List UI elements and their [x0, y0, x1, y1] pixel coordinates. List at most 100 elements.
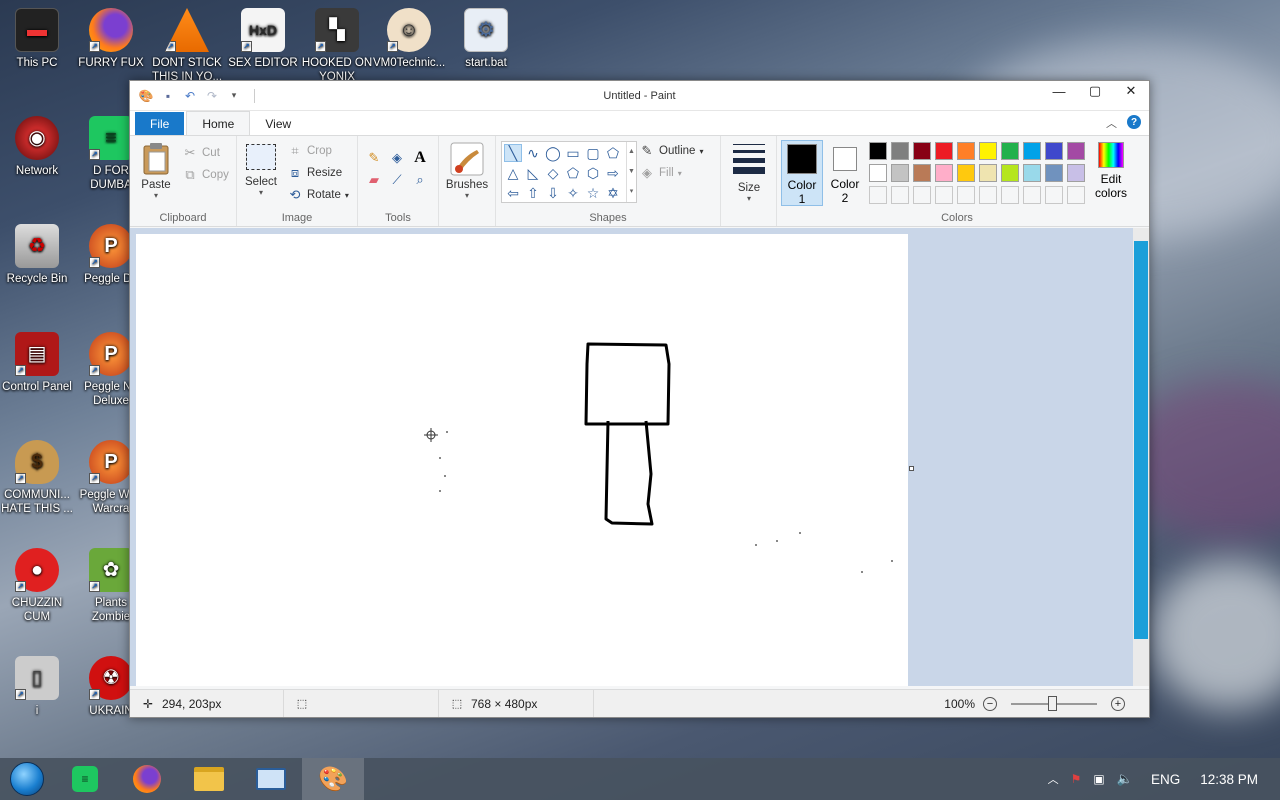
palette-swatch[interactable] — [979, 164, 997, 182]
desktop-icon[interactable]: HxD ↗ SEX EDITOR — [227, 8, 299, 70]
palette-swatch[interactable] — [935, 164, 953, 182]
zoom-out-icon[interactable]: − — [983, 696, 997, 711]
palette-swatch[interactable] — [913, 142, 931, 160]
brushes-button[interactable]: Brushes ▾ — [445, 142, 489, 200]
palette-swatch[interactable] — [1045, 142, 1063, 160]
vertical-scrollbar[interactable] — [1133, 228, 1149, 686]
palette-swatch[interactable] — [979, 186, 997, 204]
oval-shape-icon[interactable]: ◯ — [544, 144, 562, 162]
clock[interactable]: 12:38 PM — [1200, 772, 1258, 787]
pencil-icon[interactable]: ✎ — [366, 150, 382, 166]
canvas-resize-handle[interactable] — [909, 466, 914, 471]
outline-button[interactable]: ✎ Outline ▾ — [639, 140, 704, 162]
language-indicator[interactable]: ENG — [1151, 772, 1180, 787]
tab-view[interactable]: View — [250, 112, 306, 135]
palette-swatch[interactable] — [1023, 164, 1041, 182]
diamond-shape-icon[interactable]: ◇ — [544, 164, 562, 182]
palette-swatch[interactable] — [979, 142, 997, 160]
pentagon-shape-icon[interactable]: ⬠ — [564, 164, 582, 182]
desktop-icon[interactable]: ↗ FURRY FUX — [75, 8, 147, 70]
palette-swatch[interactable] — [957, 164, 975, 182]
palette-swatch[interactable] — [1067, 142, 1085, 160]
volume-icon[interactable]: 🔈 — [1117, 771, 1133, 787]
desktop-icon[interactable]: ⚙ start.bat — [450, 8, 522, 70]
five-point-star-icon[interactable]: ☆ — [584, 184, 602, 202]
color1-button[interactable]: Color 1 — [781, 140, 823, 206]
drawing-canvas[interactable] — [136, 234, 908, 686]
size-button[interactable]: Size ▾ — [729, 144, 769, 203]
palette-swatch[interactable] — [1001, 142, 1019, 160]
zoom-slider[interactable] — [1011, 695, 1097, 711]
size-dropdown-icon[interactable]: ▾ — [729, 194, 769, 203]
palette-swatch[interactable] — [1001, 164, 1019, 182]
paint-app-icon[interactable]: 🎨 — [138, 88, 154, 104]
palette-swatch[interactable] — [935, 186, 953, 204]
right-arrow-shape-icon[interactable]: ⇨ — [604, 164, 622, 182]
close-button[interactable]: ✕ — [1113, 81, 1149, 101]
four-point-star-icon[interactable]: ✧ — [564, 184, 582, 202]
desktop-icon[interactable]: ↗ DONT STICK THIS IN YO... — [151, 8, 223, 84]
down-arrow-shape-icon[interactable]: ⇩ — [544, 184, 562, 202]
rectangle-shape-icon[interactable]: ▭ — [564, 144, 582, 162]
select-dropdown-icon[interactable]: ▾ — [243, 188, 279, 197]
desktop-icon[interactable]: ▚ ↗ HOOKED ON YONIX — [301, 8, 373, 84]
eraser-icon[interactable]: ▰ — [366, 172, 382, 188]
desktop-icon[interactable]: ● ↗ CHUZZIN CUM — [1, 548, 73, 624]
palette-swatch[interactable] — [891, 142, 909, 160]
taskbar-notes-app[interactable]: ≡ — [54, 758, 116, 800]
palette-swatch[interactable] — [869, 186, 887, 204]
palette-swatch[interactable] — [1023, 142, 1041, 160]
action-center-flag-icon[interactable]: ⚑ — [1071, 772, 1082, 786]
palette-swatch[interactable] — [1045, 186, 1063, 204]
tab-home[interactable]: Home — [186, 111, 251, 135]
polygon-shape-icon[interactable]: ⬠ — [604, 144, 622, 162]
zoom-in-icon[interactable]: + — [1111, 696, 1125, 711]
magnifier-icon[interactable]: ⌕ — [412, 172, 428, 188]
paste-dropdown-icon[interactable]: ▾ — [136, 191, 176, 200]
desktop-icon[interactable]: $ ↗ COMMUNI... HATE THIS ... — [1, 440, 73, 516]
desktop-icon[interactable]: ♻ Recycle Bin — [1, 224, 73, 286]
save-icon[interactable]: ▪ — [160, 88, 176, 104]
palette-swatch[interactable] — [1001, 186, 1019, 204]
cut-button[interactable]: ✂ Cut — [182, 142, 229, 164]
select-button[interactable]: Select ▾ — [243, 144, 279, 197]
palette-swatch[interactable] — [957, 186, 975, 204]
resize-button[interactable]: ⧈ Resize — [287, 162, 349, 184]
zoom-slider-thumb[interactable] — [1048, 695, 1057, 711]
crop-button[interactable]: ⌗ Crop — [287, 140, 349, 162]
desktop-icon[interactable]: ▤ ↗ Control Panel — [1, 332, 73, 394]
minimize-button[interactable]: — — [1041, 81, 1077, 101]
palette-swatch[interactable] — [1045, 164, 1063, 182]
rounded-rect-shape-icon[interactable]: ▢ — [584, 144, 602, 162]
copy-button[interactable]: ⧉ Copy — [182, 164, 229, 186]
triangle-shape-icon[interactable]: △ — [504, 164, 522, 182]
desktop-icon[interactable]: ◉ Network — [1, 116, 73, 178]
paste-button[interactable]: Paste ▾ — [136, 142, 176, 200]
palette-swatch[interactable] — [891, 186, 909, 204]
palette-swatch[interactable] — [935, 142, 953, 160]
edit-colors-button[interactable]: Edit colors — [1091, 142, 1131, 200]
right-triangle-shape-icon[interactable]: ◺ — [524, 164, 542, 182]
show-hidden-icons[interactable]: ︿ — [1048, 771, 1059, 787]
desktop-icon[interactable]: ☺ ↗ VM0Technic... — [373, 8, 445, 70]
redo-icon[interactable]: ↷ — [204, 88, 220, 104]
color2-button[interactable]: Color 2 — [825, 140, 865, 206]
collapse-ribbon-icon[interactable]: ︿ — [1106, 115, 1117, 131]
line-shape-icon[interactable]: ╲ — [504, 144, 522, 162]
palette-swatch[interactable] — [1023, 186, 1041, 204]
taskbar-firefox[interactable] — [116, 758, 178, 800]
palette-swatch[interactable] — [1067, 164, 1085, 182]
network-tray-icon[interactable]: ▣ — [1093, 772, 1104, 786]
curve-shape-icon[interactable]: ∿ — [524, 144, 542, 162]
shapes-scroll[interactable]: ▲ ▼ ▾ — [626, 142, 636, 202]
six-point-star-icon[interactable]: ✡ — [604, 184, 622, 202]
maximize-button[interactable]: ▢ — [1077, 81, 1113, 101]
desktop-icon[interactable]: ▬ This PC — [1, 8, 73, 70]
taskbar-file-explorer[interactable] — [178, 758, 240, 800]
palette-swatch[interactable] — [913, 164, 931, 182]
taskbar-remote-desktop[interactable] — [240, 758, 302, 800]
start-button[interactable] — [0, 758, 54, 800]
tab-file[interactable]: File — [135, 112, 185, 135]
title-bar[interactable]: 🎨 ▪ ↶ ↷ ▾ Untitled - Paint — ▢ ✕ — [130, 81, 1149, 111]
brushes-dropdown-icon[interactable]: ▾ — [445, 191, 489, 200]
